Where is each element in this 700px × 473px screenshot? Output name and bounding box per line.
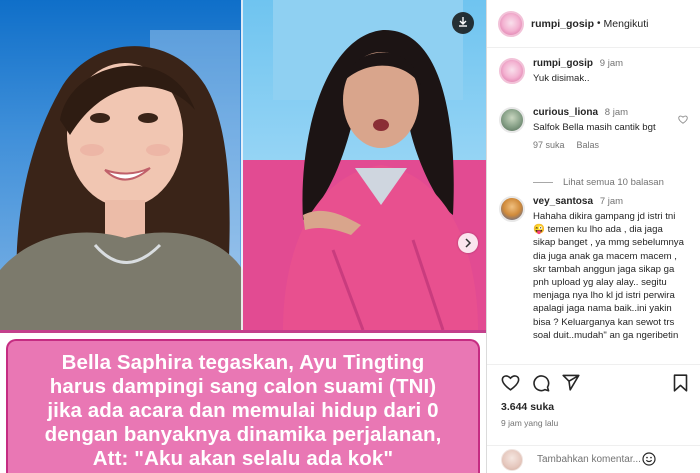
separator-dot: • (597, 18, 601, 29)
following-button[interactable]: Mengikuti (604, 18, 649, 30)
author-avatar[interactable] (498, 10, 524, 37)
comment-time[interactable]: 9 jam (600, 58, 623, 69)
comment-time[interactable]: 7 jam (600, 196, 623, 207)
post-actions: 3.644 suka 9 jam yang lalu Tambahkan kom… (487, 364, 700, 472)
replies-line (533, 182, 553, 183)
emoji-icon[interactable] (642, 452, 656, 469)
photo-woman-right (243, 0, 486, 330)
download-icon (457, 16, 469, 31)
likes-count[interactable]: 3.644 suka (501, 401, 554, 413)
comment-username[interactable]: curious_liona (533, 107, 598, 118)
woman-left-illustration (0, 30, 243, 330)
caption-overlay-text: Bella Saphira tegaskan, Ayu Tingting har… (44, 351, 442, 470)
next-image-button[interactable] (458, 233, 478, 253)
download-button[interactable] (452, 12, 474, 34)
comment-text: Yuk disimak.. (533, 73, 590, 84)
comment-time[interactable]: 8 jam (605, 107, 628, 118)
comment-avatar[interactable] (499, 58, 525, 84)
add-comment-bar: Tambahkan komentar... (487, 445, 700, 473)
bookmark-icon[interactable] (673, 374, 688, 395)
posted-time[interactable]: 9 jam yang lalu (501, 418, 558, 428)
reply-button[interactable]: Balas (577, 140, 600, 150)
comment-username[interactable]: vey_santosa (533, 196, 593, 207)
post-side-panel: rumpi_gosip • Mengikuti rumpi_gosip 9 ja… (486, 0, 700, 473)
view-replies-button[interactable]: Lihat semua 10 balasan (533, 177, 664, 188)
comment-bubble-icon[interactable] (532, 374, 550, 395)
woman-right-illustration (243, 0, 486, 330)
view-replies-text[interactable]: Lihat semua 10 balasan (563, 177, 664, 188)
heart-icon[interactable] (678, 115, 688, 127)
comment-username[interactable]: rumpi_gosip (533, 58, 593, 69)
current-user-avatar (501, 448, 523, 471)
share-send-icon[interactable] (562, 374, 580, 395)
add-comment-input[interactable]: Tambahkan komentar... (537, 454, 657, 465)
like-heart-icon[interactable] (501, 374, 520, 395)
comment-avatar[interactable] (499, 107, 525, 133)
post-media[interactable]: Bella Saphira tegaskan, Ayu Tingting har… (0, 0, 486, 473)
comment-text: Hahaha dikira gampang jd istri tni 😜 tem… (533, 211, 684, 341)
caption-box: Bella Saphira tegaskan, Ayu Tingting har… (6, 339, 480, 473)
chevron-right-icon (464, 236, 472, 251)
comment-text: Salfok Bella masih cantik bgt (533, 122, 656, 133)
author-username[interactable]: rumpi_gosip (531, 18, 594, 30)
instagram-post-window: Bella Saphira tegaskan, Ayu Tingting har… (0, 0, 700, 473)
caption-banner: Bella Saphira tegaskan, Ayu Tingting har… (0, 330, 486, 473)
photo-woman-left (0, 0, 243, 330)
comment-likes[interactable]: 97 suka (533, 140, 565, 150)
post-header: rumpi_gosip • Mengikuti (487, 0, 700, 48)
comment-avatar[interactable] (499, 196, 525, 222)
comments-list[interactable]: rumpi_gosip 9 jam Yuk disimak.. curious_… (487, 49, 700, 363)
